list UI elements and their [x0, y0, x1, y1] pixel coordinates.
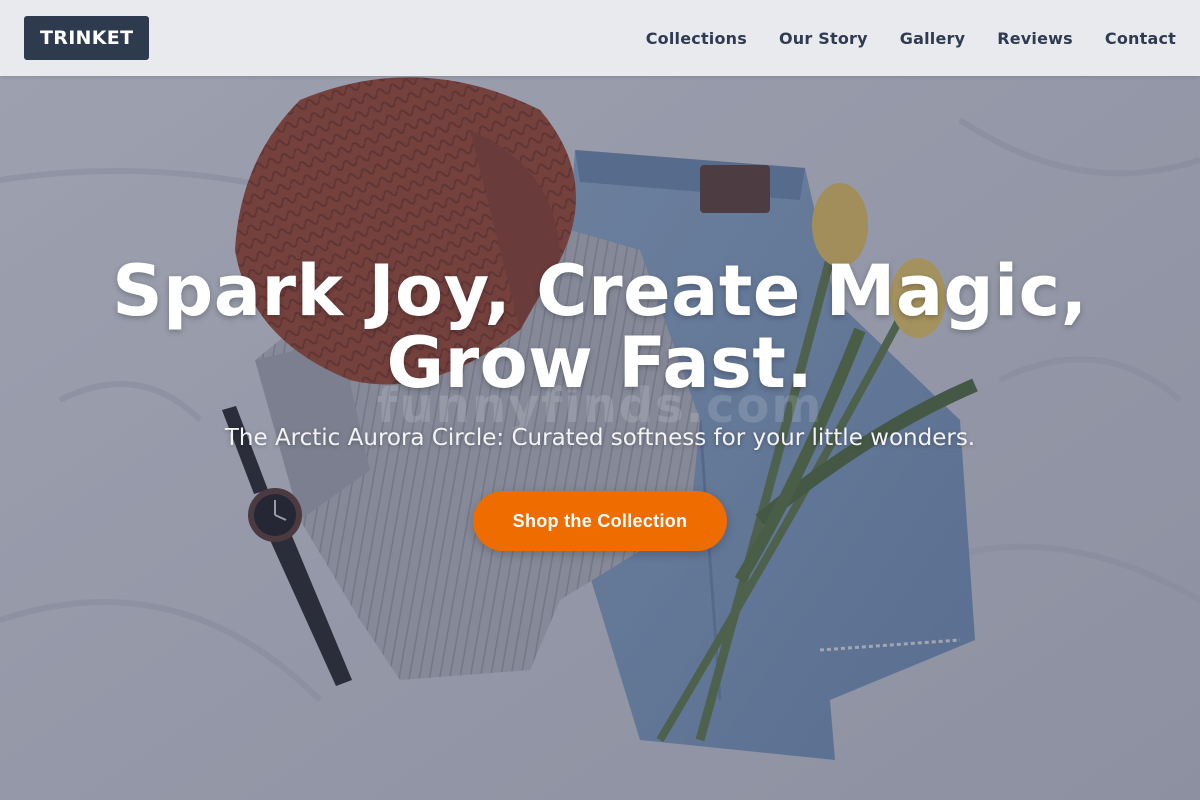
hero-title: Spark Joy, Create Magic, Grow Fast.: [50, 255, 1150, 399]
shop-collection-button[interactable]: Shop the Collection: [472, 491, 728, 551]
nav-link-reviews[interactable]: Reviews: [997, 29, 1073, 48]
brand-logo[interactable]: TRINKET: [24, 16, 150, 60]
nav-link-collections[interactable]: Collections: [646, 29, 747, 48]
hero-title-line-2: Grow Fast.: [386, 322, 814, 404]
hero-subtitle: The Arctic Aurora Circle: Curated softne…: [224, 425, 976, 451]
main-nav: Collections Our Story Gallery Reviews Co…: [646, 0, 1176, 76]
nav-link-contact[interactable]: Contact: [1105, 29, 1176, 48]
nav-link-gallery[interactable]: Gallery: [900, 29, 965, 48]
hero-section: Spark Joy, Create Magic, Grow Fast. The …: [0, 255, 1200, 551]
nav-link-our-story[interactable]: Our Story: [779, 29, 868, 48]
page: TRINKET Collections Our Story Gallery Re…: [0, 0, 1200, 800]
site-header: TRINKET Collections Our Story Gallery Re…: [0, 0, 1200, 76]
hero-title-line-1: Spark Joy, Create Magic,: [112, 250, 1088, 332]
